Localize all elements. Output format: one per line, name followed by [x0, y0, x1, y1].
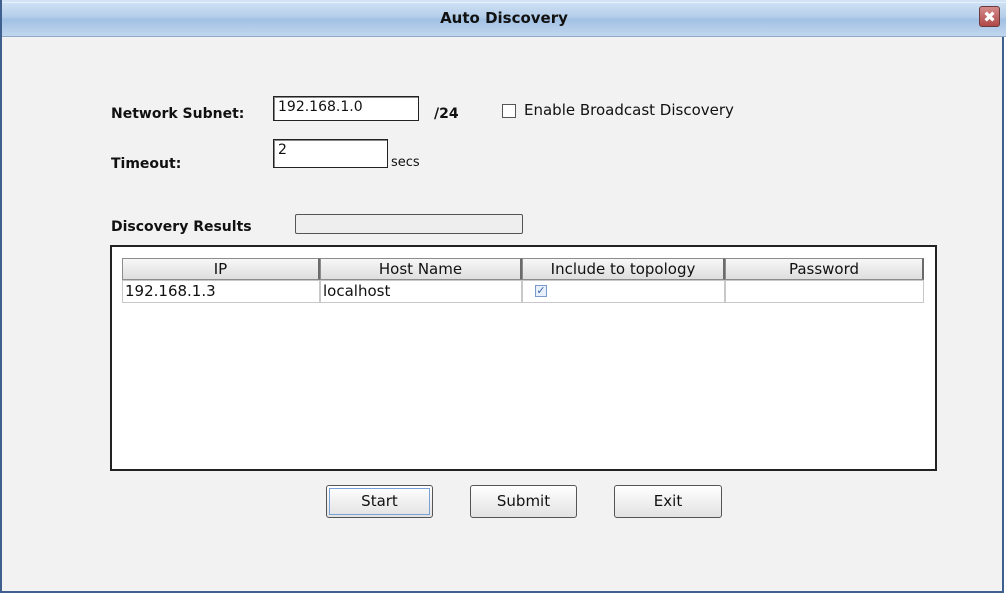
- auto-discovery-window: Auto Discovery ✖ Network Subnet: 192.168…: [0, 0, 1006, 593]
- cell-password[interactable]: [725, 280, 924, 303]
- broadcast-discovery-checkbox[interactable]: [502, 104, 516, 118]
- cell-include-to-topology[interactable]: ✓: [522, 280, 725, 303]
- subnet-mask-suffix: /24: [434, 106, 459, 122]
- discovery-progress-bar: [295, 214, 523, 234]
- exit-button[interactable]: Exit: [614, 485, 722, 518]
- column-header-ip[interactable]: IP: [122, 258, 320, 280]
- cell-host-name[interactable]: localhost: [320, 280, 522, 303]
- column-header-password[interactable]: Password: [725, 258, 924, 280]
- network-subnet-input[interactable]: 192.168.1.0: [273, 96, 419, 121]
- window-title: Auto Discovery: [440, 9, 568, 27]
- start-button[interactable]: Start: [326, 485, 433, 518]
- table-header: IP Host Name Include to topology Passwor…: [122, 258, 924, 280]
- timeout-unit: secs: [391, 155, 420, 170]
- timeout-label: Timeout:: [111, 156, 182, 172]
- submit-button[interactable]: Submit: [470, 485, 577, 518]
- column-header-host-name[interactable]: Host Name: [320, 258, 522, 280]
- cell-ip[interactable]: 192.168.1.3: [122, 280, 320, 303]
- discovery-results-table: IP Host Name Include to topology Passwor…: [110, 245, 937, 471]
- title-bar[interactable]: Auto Discovery ✖: [2, 0, 1006, 37]
- close-icon[interactable]: ✖: [979, 6, 1000, 27]
- include-topology-checkbox[interactable]: ✓: [535, 285, 547, 297]
- column-header-include-to-topology[interactable]: Include to topology: [522, 258, 725, 280]
- table-row[interactable]: 192.168.1.3 localhost ✓: [122, 280, 924, 303]
- discovery-results-label: Discovery Results: [111, 219, 252, 235]
- timeout-input[interactable]: 2: [273, 139, 388, 168]
- network-subnet-label: Network Subnet:: [111, 106, 245, 122]
- broadcast-discovery-label: Enable Broadcast Discovery: [524, 101, 734, 119]
